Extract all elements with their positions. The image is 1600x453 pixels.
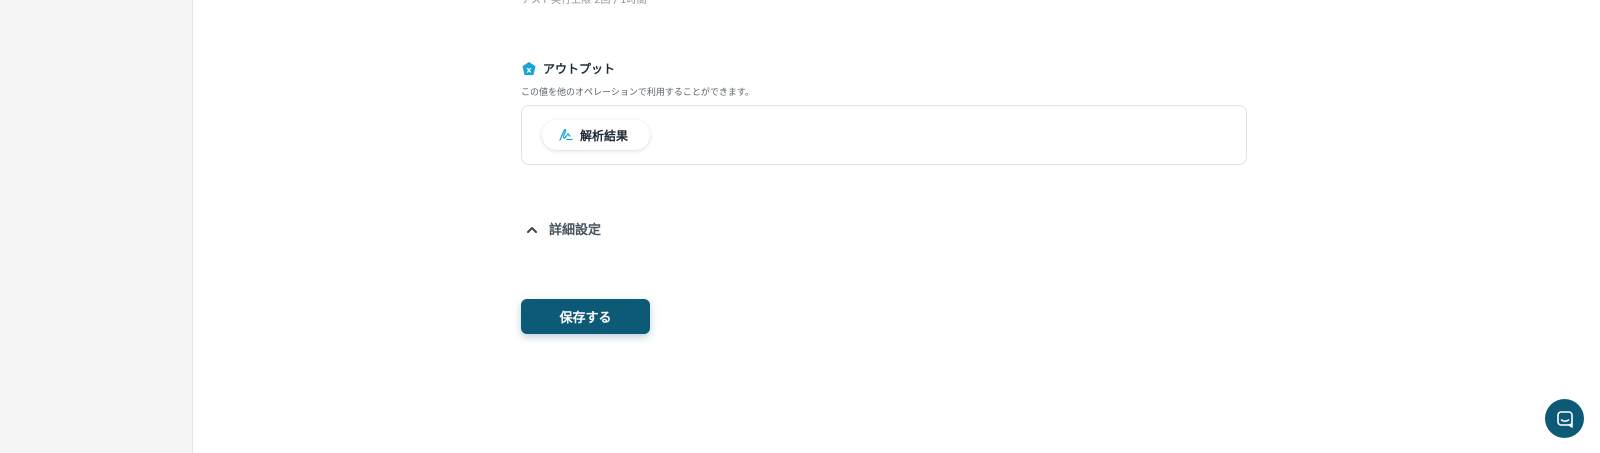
output-chip-label: 解析結果	[580, 128, 629, 143]
save-button[interactable]: 保存する	[521, 299, 650, 334]
test-limit-text: テスト実行上限 2回 / 1時間	[521, 0, 647, 6]
output-title: アウトプット	[543, 62, 616, 76]
chat-icon	[1555, 409, 1575, 429]
chevron-up-icon	[525, 222, 539, 236]
sidebar	[0, 0, 193, 453]
output-header: x アウトプット	[521, 60, 615, 77]
output-description: この値を他のオペレーションで利用することができます。	[521, 88, 754, 98]
chat-support-button[interactable]	[1545, 399, 1584, 438]
advanced-settings-toggle[interactable]: 詳細設定	[525, 219, 601, 238]
signature-icon	[558, 127, 574, 143]
output-variable-icon: x	[521, 61, 537, 77]
output-list: 解析結果	[521, 105, 1247, 165]
advanced-settings-label: 詳細設定	[549, 223, 602, 238]
main-content	[194, 0, 1600, 453]
output-chip-analysis-result[interactable]: 解析結果	[542, 120, 651, 150]
svg-text:x: x	[526, 65, 532, 74]
